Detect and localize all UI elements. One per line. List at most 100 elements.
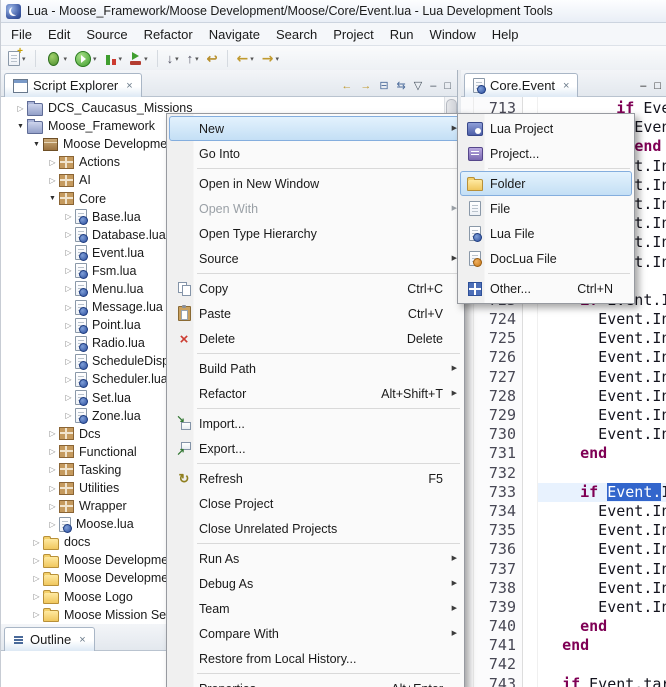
context-menu-item-new[interactable]: New▶ bbox=[169, 116, 462, 141]
expand-arrow-icon[interactable]: ▷ bbox=[47, 520, 58, 529]
dropdown-caret-icon[interactable]: ▾ bbox=[250, 55, 254, 63]
context-menu-item-open-in-new-window[interactable]: Open in New Window bbox=[169, 171, 462, 196]
expand-arrow-icon[interactable]: ▷ bbox=[63, 411, 74, 420]
next-annotation-button[interactable]: ▾ bbox=[164, 48, 182, 69]
previous-annotation-button[interactable]: ▾ bbox=[184, 48, 202, 69]
tab-outline[interactable]: Outline × bbox=[4, 627, 95, 651]
dropdown-caret-icon[interactable]: ▾ bbox=[119, 55, 123, 63]
expand-arrow-icon[interactable]: ▷ bbox=[31, 592, 42, 601]
context-menu-item-delete[interactable]: DeleteDelete bbox=[169, 326, 462, 351]
menubar-run[interactable]: Run bbox=[382, 24, 422, 45]
expand-arrow-icon[interactable]: ▷ bbox=[63, 303, 74, 312]
menubar-edit[interactable]: Edit bbox=[40, 24, 78, 45]
expand-arrow-icon[interactable]: ▷ bbox=[47, 429, 58, 438]
dropdown-caret-icon[interactable]: ▾ bbox=[144, 55, 148, 63]
expand-arrow-icon[interactable]: ▷ bbox=[63, 357, 74, 366]
context-menu-item-compare-with[interactable]: Compare With▶ bbox=[169, 621, 462, 646]
context-menu-item-restore-from-local-history[interactable]: Restore from Local History... bbox=[169, 646, 462, 671]
expand-arrow-icon[interactable]: ▷ bbox=[47, 465, 58, 474]
expand-arrow-icon[interactable]: ▷ bbox=[63, 266, 74, 275]
forward-button[interactable]: ▾ bbox=[259, 48, 282, 69]
forward-icon[interactable]: → bbox=[360, 81, 371, 92]
last-edit-location-button[interactable] bbox=[204, 48, 221, 69]
context-menu-item-team[interactable]: Team▶ bbox=[169, 596, 462, 621]
expand-arrow-icon[interactable]: ▷ bbox=[31, 574, 42, 583]
expand-arrow-icon[interactable]: ▷ bbox=[47, 158, 58, 167]
context-menu-item-properties[interactable]: PropertiesAlt+Enter bbox=[169, 676, 462, 687]
expand-arrow-icon[interactable]: ▷ bbox=[63, 393, 74, 402]
menubar-navigate[interactable]: Navigate bbox=[201, 24, 268, 45]
context-menu-item-export[interactable]: Export... bbox=[169, 436, 462, 461]
close-icon[interactable]: × bbox=[563, 80, 569, 92]
new-wizard-button[interactable]: ▾ bbox=[5, 48, 29, 69]
menubar-refactor[interactable]: Refactor bbox=[136, 24, 201, 45]
dropdown-caret-icon[interactable]: ▾ bbox=[276, 55, 280, 63]
tab-core-event[interactable]: Core.Event × bbox=[464, 73, 578, 97]
context-menu-item-open-type-hierarchy[interactable]: Open Type Hierarchy bbox=[169, 221, 462, 246]
menubar-source[interactable]: Source bbox=[78, 24, 135, 45]
tab-script-explorer[interactable]: Script Explorer × bbox=[4, 73, 142, 97]
expand-arrow-icon[interactable]: ▷ bbox=[15, 104, 26, 113]
dropdown-caret-icon[interactable]: ▾ bbox=[175, 55, 179, 63]
expand-arrow-icon[interactable]: ▷ bbox=[31, 538, 42, 547]
expand-arrow-icon[interactable]: ▷ bbox=[47, 447, 58, 456]
new-submenu-item-doclua-file[interactable]: DocLua File bbox=[460, 246, 632, 271]
collapse-arrow-icon[interactable]: ▼ bbox=[31, 141, 42, 148]
expand-arrow-icon[interactable]: ▷ bbox=[63, 339, 74, 348]
back-icon[interactable]: ← bbox=[341, 81, 352, 92]
collapse-arrow-icon[interactable]: ▼ bbox=[15, 123, 26, 130]
expand-arrow-icon[interactable]: ▷ bbox=[63, 321, 74, 330]
context-menu-item-copy[interactable]: CopyCtrl+C bbox=[169, 276, 462, 301]
new-submenu-item-lua-file[interactable]: Lua File bbox=[460, 221, 632, 246]
expand-arrow-icon[interactable]: ▷ bbox=[63, 284, 74, 293]
expand-arrow-icon[interactable]: ▷ bbox=[63, 230, 74, 239]
context-menu-item-build-path[interactable]: Build Path▶ bbox=[169, 356, 462, 381]
menubar-project[interactable]: Project bbox=[325, 24, 381, 45]
close-icon[interactable]: × bbox=[126, 80, 132, 92]
menubar-search[interactable]: Search bbox=[268, 24, 325, 45]
expand-arrow-icon[interactable]: ▷ bbox=[31, 556, 42, 565]
context-menu-item-close-project[interactable]: Close Project bbox=[169, 491, 462, 516]
context-menu-item-go-into[interactable]: Go Into bbox=[169, 141, 462, 166]
minimize-icon[interactable]: – bbox=[430, 81, 436, 92]
view-menu-icon[interactable]: ▽ bbox=[414, 81, 422, 92]
maximize-icon[interactable]: □ bbox=[654, 81, 661, 92]
coverage-button[interactable]: ▾ bbox=[102, 48, 126, 69]
collapse-all-icon[interactable]: ⊟ bbox=[379, 81, 388, 92]
new-submenu-item-folder[interactable]: Folder bbox=[460, 171, 632, 196]
menubar-help[interactable]: Help bbox=[484, 24, 527, 45]
back-button[interactable]: ▾ bbox=[234, 48, 257, 69]
debug-button[interactable]: ▾ bbox=[42, 48, 71, 69]
run-button[interactable]: ▾ bbox=[72, 48, 100, 69]
context-menu-item-source[interactable]: Source▶ bbox=[169, 246, 462, 271]
new-submenu-item-project[interactable]: Project... bbox=[460, 141, 632, 166]
minimize-icon[interactable]: – bbox=[640, 81, 646, 92]
dropdown-caret-icon[interactable]: ▾ bbox=[93, 55, 97, 63]
dropdown-caret-icon[interactable]: ▾ bbox=[195, 55, 199, 63]
context-menu-item-run-as[interactable]: Run As▶ bbox=[169, 546, 462, 571]
context-menu-item-import[interactable]: Import... bbox=[169, 411, 462, 436]
new-submenu-item-file[interactable]: File bbox=[460, 196, 632, 221]
expand-arrow-icon[interactable]: ▷ bbox=[63, 248, 74, 257]
context-menu-item-paste[interactable]: PasteCtrl+V bbox=[169, 301, 462, 326]
maximize-icon[interactable]: □ bbox=[444, 81, 451, 92]
collapse-arrow-icon[interactable]: ▼ bbox=[47, 195, 58, 202]
context-menu-item-close-unrelated-projects[interactable]: Close Unrelated Projects bbox=[169, 516, 462, 541]
dropdown-caret-icon[interactable]: ▾ bbox=[64, 55, 68, 63]
expand-arrow-icon[interactable]: ▷ bbox=[63, 375, 74, 384]
context-menu-item-refactor[interactable]: RefactorAlt+Shift+T▶ bbox=[169, 381, 462, 406]
menubar-window[interactable]: Window bbox=[422, 24, 484, 45]
context-menu-item-debug-as[interactable]: Debug As▶ bbox=[169, 571, 462, 596]
expand-arrow-icon[interactable]: ▷ bbox=[31, 610, 42, 619]
context-menu-item-refresh[interactable]: RefreshF5 bbox=[169, 466, 462, 491]
expand-arrow-icon[interactable]: ▷ bbox=[47, 502, 58, 511]
menubar-file[interactable]: File bbox=[3, 24, 40, 45]
close-icon[interactable]: × bbox=[79, 634, 85, 646]
expand-arrow-icon[interactable]: ▷ bbox=[63, 212, 74, 221]
new-submenu-item-lua-project[interactable]: Lua Project bbox=[460, 116, 632, 141]
new-submenu-item-other[interactable]: Other...Ctrl+N bbox=[460, 276, 632, 301]
link-with-editor-icon[interactable]: ⇆ bbox=[397, 81, 406, 92]
expand-arrow-icon[interactable]: ▷ bbox=[47, 484, 58, 493]
expand-arrow-icon[interactable]: ▷ bbox=[47, 176, 58, 185]
external-tools-button[interactable]: ▾ bbox=[127, 48, 151, 69]
